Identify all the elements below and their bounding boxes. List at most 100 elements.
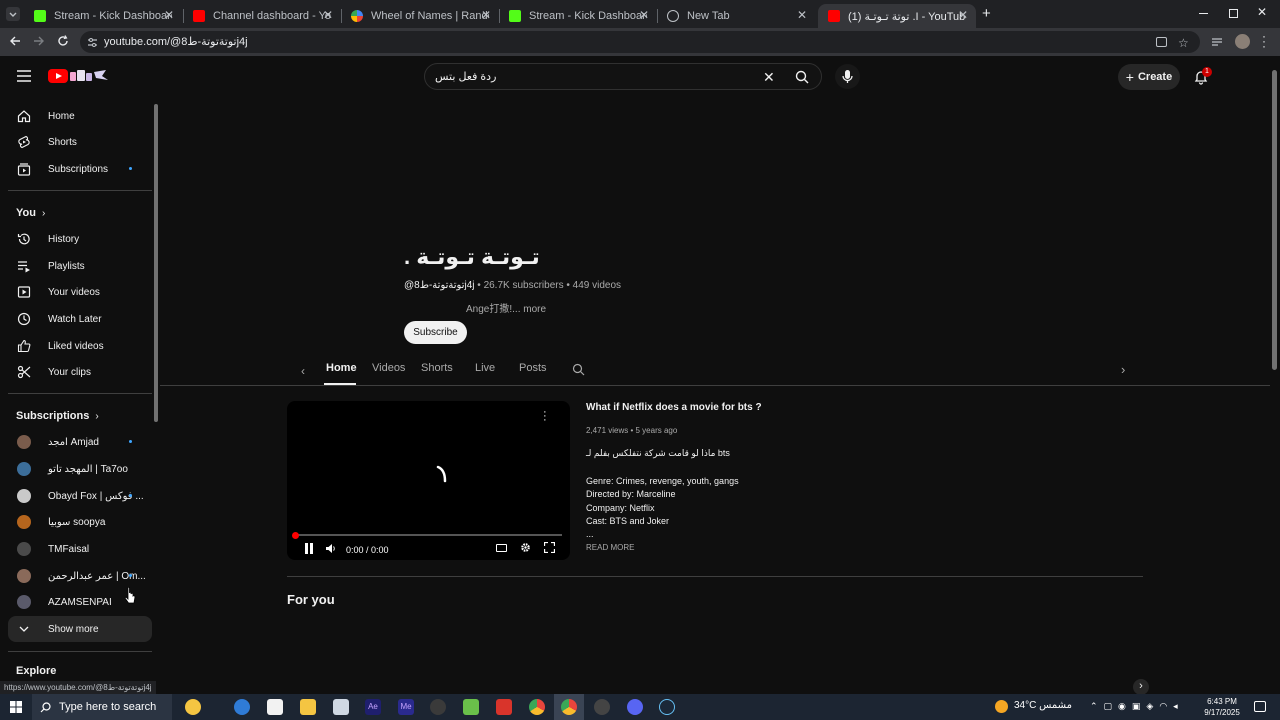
chrome-app-icon[interactable] (529, 699, 545, 715)
voice-search-icon[interactable] (835, 64, 860, 89)
reload-icon[interactable] (56, 34, 70, 48)
steam-app-icon[interactable] (659, 699, 675, 715)
close-icon[interactable]: ✕ (323, 8, 333, 22)
sidebar-subscription[interactable]: Obayd Fox | فوكس ... (8, 483, 152, 509)
windows-start-icon[interactable] (10, 701, 22, 713)
address-bar[interactable]: youtube.com/@توتةتوتة-ط8j4j ☆ (80, 31, 1200, 53)
forward-icon[interactable] (32, 34, 46, 48)
explorer-app-icon[interactable] (300, 699, 316, 715)
description-line: Directed by: Marceline (586, 489, 676, 499)
sidebar-subscription[interactable]: عمر عبدالرحمن | Om... (8, 563, 152, 589)
volume-icon[interactable] (326, 544, 336, 553)
clear-search-icon[interactable]: ✕ (763, 69, 775, 86)
sidebar-item-watch-later[interactable]: Watch Later (8, 306, 152, 332)
chrome-app-icon[interactable] (561, 699, 577, 715)
puzzle-app-icon[interactable] (463, 699, 479, 715)
tab-search-icon[interactable] (6, 7, 20, 21)
carousel-next-icon[interactable]: › (1133, 679, 1149, 695)
progress-bar[interactable] (294, 534, 562, 536)
tab-title: Wheel of Names | Random nam (371, 10, 489, 22)
create-button[interactable]: + Create (1118, 64, 1180, 90)
notification-center-icon[interactable] (1254, 701, 1266, 712)
tab-list-icon[interactable] (1211, 36, 1223, 48)
channel-search-icon[interactable] (572, 363, 585, 376)
new-tab-icon[interactable]: + (982, 5, 991, 22)
more-menu-icon[interactable]: · · · (1262, 30, 1266, 52)
sidebar-subscription[interactable]: امجد Amjad (8, 429, 152, 455)
kick-icon (34, 10, 46, 22)
show-more-button[interactable]: Show more (8, 616, 152, 642)
site-info-icon[interactable] (87, 37, 98, 48)
browser-tab[interactable]: Wheel of Names | Random nam ✕ (341, 4, 499, 28)
notepad-app-icon[interactable] (333, 699, 349, 715)
featured-video-player[interactable]: · · · 0:00 / 0:00 (287, 401, 570, 560)
browser-tab-active[interactable]: (1) توتة تـوتـة .I - YouTube ✕ (818, 4, 976, 28)
bookmark-star-icon[interactable]: ☆ (1178, 32, 1189, 54)
captions-icon[interactable] (496, 544, 507, 552)
you-heading[interactable]: You › (16, 207, 45, 219)
sidebar-subscription[interactable]: سوبيا soopya (8, 509, 152, 535)
maximize-icon[interactable] (1229, 9, 1238, 18)
channel-name: AZAMSENPAI (48, 597, 112, 608)
sidebar-item-history[interactable]: History (8, 226, 152, 252)
sidebar-item-shorts[interactable]: Shorts (8, 129, 152, 155)
discord-app-icon[interactable] (627, 699, 643, 715)
tabs-scroll-right-icon[interactable]: › (1121, 362, 1125, 377)
search-icon[interactable] (795, 70, 809, 84)
your-videos-icon (17, 285, 31, 299)
github-app-icon[interactable] (594, 699, 610, 715)
tabs-scroll-left-icon[interactable]: ‹ (301, 364, 305, 378)
hamburger-menu-icon[interactable] (17, 70, 31, 82)
close-icon[interactable]: ✕ (481, 8, 491, 22)
edge-app-icon[interactable] (234, 699, 250, 715)
close-icon[interactable]: ✕ (639, 8, 649, 22)
weather-text[interactable]: 34°C مشمس (1014, 700, 1072, 711)
browser-tab[interactable]: Channel dashboard - YouTube ✕ (183, 4, 341, 28)
subscribe-button[interactable]: Subscribe (404, 321, 467, 344)
system-clock[interactable]: 6:43 PM 9/17/2025 (1200, 696, 1244, 718)
settings-gear-icon[interactable] (520, 542, 531, 553)
youtube-logo[interactable] (48, 68, 112, 84)
progress-scrubber[interactable] (292, 532, 299, 539)
minimize-icon[interactable] (1199, 13, 1208, 14)
sidebar-subscription[interactable]: TMFaisal (8, 536, 152, 562)
subscriptions-heading[interactable]: Subscriptions › (16, 410, 99, 422)
close-icon[interactable]: ✕ (797, 8, 807, 22)
sidebar-scrollbar[interactable] (154, 104, 158, 422)
tab-home[interactable]: Home (326, 362, 357, 374)
fullscreen-icon[interactable] (544, 542, 555, 553)
pause-icon[interactable] (304, 543, 314, 554)
browser-tab[interactable]: New Tab ✕ (657, 4, 815, 28)
red-app-icon[interactable] (496, 699, 512, 715)
sidebar-subscription[interactable]: المهجد تاتو | Ta7oo (8, 456, 152, 482)
after-effects-app-icon[interactable]: Ae (365, 699, 381, 715)
media-encoder-app-icon[interactable]: Me (398, 699, 414, 715)
tab-shorts[interactable]: Shorts (421, 362, 453, 374)
back-icon[interactable] (8, 34, 22, 48)
copilot-app-icon[interactable] (185, 699, 201, 715)
read-more-link[interactable]: READ MORE (586, 543, 634, 552)
browser-tab[interactable]: Stream - Kick Dashboard ✕ (24, 4, 182, 28)
sidebar-item-playlists[interactable]: Playlists (8, 253, 152, 279)
close-icon[interactable]: ✕ (164, 8, 174, 22)
tab-live[interactable]: Live (475, 362, 495, 374)
page-scrollbar[interactable] (1272, 70, 1277, 370)
sidebar-item-your-videos[interactable]: Your videos (8, 279, 152, 305)
taskbar-search-input[interactable]: Type here to search (32, 694, 172, 720)
browser-tab[interactable]: Stream - Kick Dashboard ✕ (499, 4, 657, 28)
install-icon[interactable] (1156, 37, 1167, 47)
profile-avatar[interactable] (1235, 34, 1250, 49)
close-icon[interactable]: ✕ (958, 8, 968, 22)
tab-videos[interactable]: Videos (372, 362, 405, 374)
store-app-icon[interactable] (267, 699, 283, 715)
video-more-icon[interactable]: · · · (543, 407, 547, 426)
obs-app-icon[interactable] (430, 699, 446, 715)
window-close-icon[interactable]: ✕ (1257, 5, 1267, 19)
sidebar-item-liked-videos[interactable]: Liked videos (8, 333, 152, 359)
sidebar-item-your-clips[interactable]: Your clips (8, 359, 152, 385)
sidebar-item-subscriptions[interactable]: Subscriptions (8, 156, 152, 182)
sidebar-item-home[interactable]: Home (8, 103, 152, 129)
tab-posts[interactable]: Posts (519, 362, 547, 374)
search-input[interactable]: ردة فعل بتس ✕ (424, 63, 822, 90)
featured-video-title[interactable]: What if Netflix does a movie for bts ? (586, 402, 762, 413)
